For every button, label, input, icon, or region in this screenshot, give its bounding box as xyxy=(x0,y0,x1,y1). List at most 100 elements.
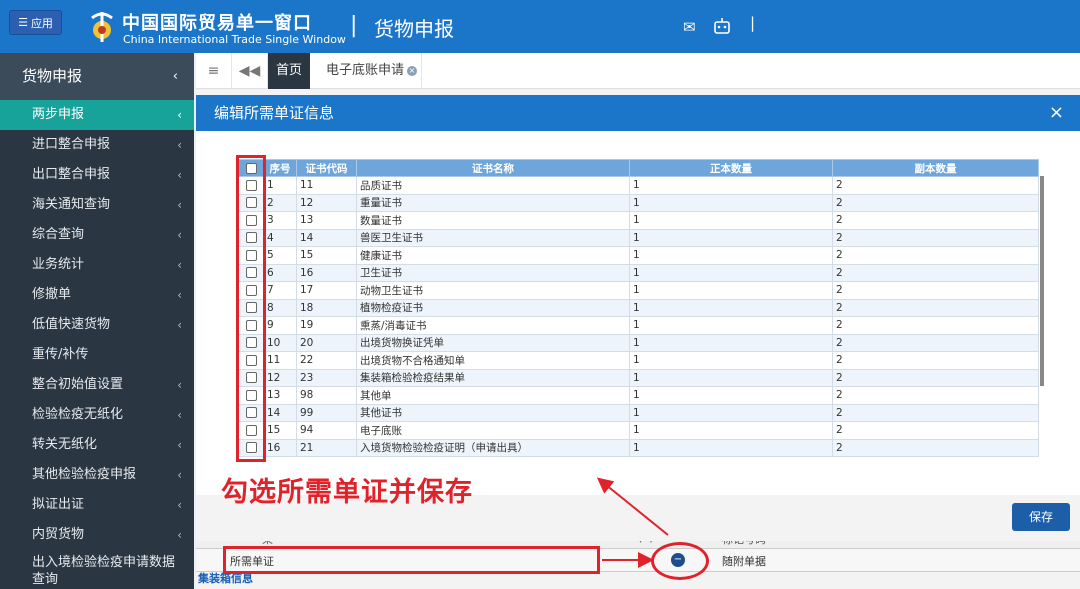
table-row[interactable]: 7 17 动物卫生证书 1 2 xyxy=(238,281,1039,300)
table-cell[interactable]: 1 xyxy=(629,386,833,405)
close-tab-icon[interactable]: × xyxy=(407,65,418,76)
table-cell[interactable]: 2 xyxy=(832,386,1039,405)
sidebar-item-label: 重传/补传 xyxy=(32,347,89,362)
table-row[interactable]: 4 14 兽医卫生证书 1 2 xyxy=(238,228,1039,247)
brand-title-en: China International Trade Single Window xyxy=(123,33,346,46)
table-cell[interactable]: 1 xyxy=(629,263,833,282)
sidebar-item[interactable]: 转关无纸化 ‹ xyxy=(0,430,194,460)
sidebar-item-label: 检验检疫无纸化 xyxy=(32,407,124,422)
save-button[interactable]: 保存 xyxy=(1012,503,1070,531)
table-cell[interactable]: 1 xyxy=(629,193,833,212)
single-window-logo xyxy=(91,12,113,42)
table-cell[interactable]: 1 xyxy=(629,368,833,387)
sidebar-item[interactable]: 业务统计 ‹ xyxy=(0,250,194,280)
mail-icon[interactable]: ✉ xyxy=(683,18,696,36)
sidebar-item[interactable]: 两步申报 ‹ xyxy=(0,100,194,130)
table-cell[interactable]: 2 xyxy=(832,333,1039,352)
table-cell[interactable]: 1 xyxy=(629,421,833,440)
table-cell[interactable]: 2 xyxy=(832,211,1039,230)
sidebar-item[interactable]: 其他检验检疫申报 ‹ xyxy=(0,460,194,490)
collapse-chevron-icon[interactable]: ‹ xyxy=(173,53,178,100)
hamburger-icon[interactable]: ≡ xyxy=(196,53,232,89)
table-cell[interactable]: 1 xyxy=(629,298,833,317)
sidebar-item[interactable]: 综合查询 ‹ xyxy=(0,220,194,250)
table-cell[interactable]: 2 xyxy=(832,438,1039,457)
sidebar-item[interactable]: 整合初始值设置 ‹ xyxy=(0,370,194,400)
scroll-left-icon[interactable]: ◀◀ xyxy=(232,53,268,89)
sidebar-item[interactable]: 进口整合申报 ‹ xyxy=(0,130,194,160)
table-row[interactable]: 9 19 熏蒸/消毒证书 1 2 xyxy=(238,316,1039,335)
table-cell[interactable]: 1 xyxy=(629,228,833,247)
sidebar-item[interactable]: 内贸货物 ‹ xyxy=(0,520,194,550)
table-row[interactable]: 2 12 重量证书 1 2 xyxy=(238,193,1039,212)
sidebar-item[interactable]: 重传/补传 xyxy=(0,340,194,370)
robot-icon[interactable] xyxy=(712,17,732,35)
table-cell[interactable]: 2 xyxy=(832,228,1039,247)
close-icon[interactable]: × xyxy=(1049,95,1064,131)
attached-docs-label: 随附单据 xyxy=(722,555,766,568)
header-separator: | xyxy=(750,14,756,32)
table-cell[interactable]: 2 xyxy=(832,403,1039,422)
table-row[interactable]: 1 11 品质证书 1 2 xyxy=(238,176,1039,195)
table-cell: 数量证书 xyxy=(356,211,630,230)
table-cell[interactable]: 1 xyxy=(629,176,833,195)
table-row[interactable]: 10 20 出境货物换证凭单 1 2 xyxy=(238,333,1039,352)
table-row[interactable]: 5 15 健康证书 1 2 xyxy=(238,246,1039,265)
table-cell[interactable]: 1 xyxy=(629,403,833,422)
table-cell[interactable]: 1 xyxy=(629,333,833,352)
chevron-left-icon: ‹ xyxy=(177,288,182,302)
table-cell: 电子底账 xyxy=(356,421,630,440)
table-cell: 98 xyxy=(296,386,357,405)
sidebar-item[interactable]: 低值快速货物 ‹ xyxy=(0,310,194,340)
sidebar-item[interactable]: 出入境检验检疫申请数据查询 xyxy=(0,550,194,589)
sidebar-item[interactable]: 拟证出证 ‹ xyxy=(0,490,194,520)
table-scrollbar[interactable] xyxy=(1040,176,1044,386)
table-cell[interactable]: 1 xyxy=(629,211,833,230)
table-cell[interactable]: 2 xyxy=(832,316,1039,335)
table-row[interactable]: 3 13 数量证书 1 2 xyxy=(238,211,1039,230)
table-row[interactable]: 11 22 出境货物不合格通知单 1 2 xyxy=(238,351,1039,370)
sidebar-item-label: 两步申报 xyxy=(32,107,85,122)
table-row[interactable]: 16 21 入境货物检验检疫证明（申请出具） 1 2 xyxy=(238,438,1039,457)
table-row[interactable]: 6 16 卫生证书 1 2 xyxy=(238,263,1039,282)
table-row[interactable]: 12 23 集装箱检验检疫结果单 1 2 xyxy=(238,368,1039,387)
table-cell[interactable]: 2 xyxy=(832,351,1039,370)
chevron-left-icon: ‹ xyxy=(177,108,182,122)
table-row[interactable]: 13 98 其他单 1 2 xyxy=(238,386,1039,405)
edit-button-highlight-circle xyxy=(651,542,709,580)
table-cell[interactable]: 2 xyxy=(832,298,1039,317)
tab-home[interactable]: 首页 xyxy=(268,53,310,89)
table-cell[interactable]: 2 xyxy=(832,421,1039,440)
sidebar-item-label: 低值快速货物 xyxy=(32,317,111,332)
sidebar-title[interactable]: 货物申报 ‹ xyxy=(0,53,194,100)
table-cell: 10 xyxy=(263,333,297,352)
table-cell: 2 xyxy=(263,193,297,212)
sidebar-item[interactable]: 修撤单 ‹ xyxy=(0,280,194,310)
brand-title-cn: 中国国际贸易单一窗口 xyxy=(122,13,312,34)
table-cell[interactable]: 2 xyxy=(832,281,1039,300)
table-row[interactable]: 14 99 其他证书 1 2 xyxy=(238,403,1039,422)
tab-electronic-ledger[interactable]: 电子底账申请 × xyxy=(314,53,422,89)
table-cell: 99 xyxy=(296,403,357,422)
sidebar-item[interactable]: 出口整合申报 ‹ xyxy=(0,160,194,190)
table-cell: 22 xyxy=(296,351,357,370)
sidebar-item[interactable]: 海关通知查询 ‹ xyxy=(0,190,194,220)
column-header: 证书名称 xyxy=(356,159,630,177)
table-cell[interactable]: 2 xyxy=(832,193,1039,212)
table-cell[interactable]: 1 xyxy=(629,351,833,370)
chevron-left-icon: ‹ xyxy=(177,528,182,542)
table-cell[interactable]: 1 xyxy=(629,246,833,265)
checkbox-highlight-box xyxy=(236,155,266,462)
table-cell[interactable]: 1 xyxy=(629,281,833,300)
table-cell: 18 xyxy=(296,298,357,317)
sidebar-item[interactable]: 检验检疫无纸化 ‹ xyxy=(0,400,194,430)
table-row[interactable]: 15 94 电子底账 1 2 xyxy=(238,421,1039,440)
table-cell[interactable]: 2 xyxy=(832,368,1039,387)
table-cell[interactable]: 2 xyxy=(832,263,1039,282)
table-row[interactable]: 8 18 植物检疫证书 1 2 xyxy=(238,298,1039,317)
table-cell[interactable]: 1 xyxy=(629,316,833,335)
table-cell[interactable]: 2 xyxy=(832,246,1039,265)
app-menu-button[interactable]: ☰ 应用 xyxy=(9,10,62,35)
table-cell[interactable]: 2 xyxy=(832,176,1039,195)
table-cell[interactable]: 1 xyxy=(629,438,833,457)
